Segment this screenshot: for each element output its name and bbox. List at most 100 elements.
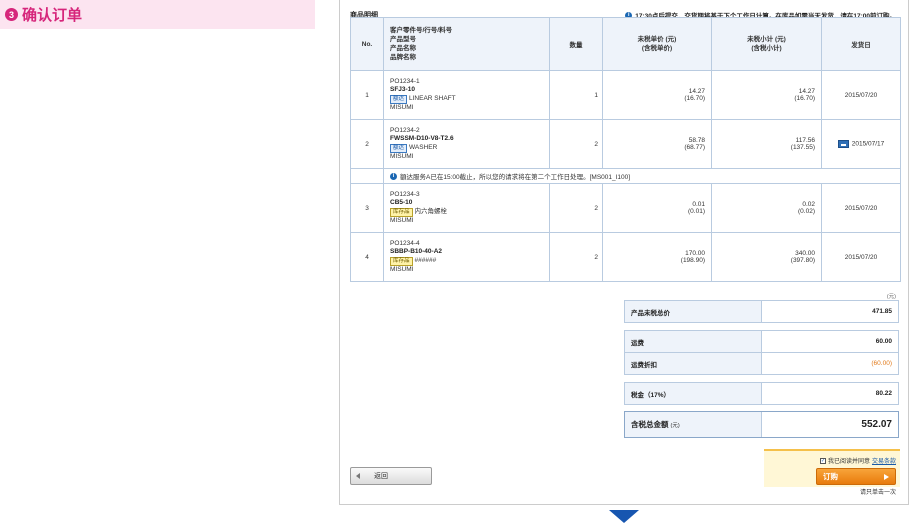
ship-date-text: 2015/07/17 [851, 140, 885, 148]
tax-value: 80.22 [875, 390, 892, 397]
unit-price-tax: (68.77) [684, 144, 705, 151]
agreement-box: ✓ 我已阅读并同意 交易条款 订购 [764, 449, 900, 487]
row-no: 4 [350, 232, 384, 282]
row-notice-text: 額达服务A已在15:00截止，所以您的请求将在第二个工作日处理。[MS001_I… [400, 174, 631, 181]
row-product-name: 额达 LINEAR SHAFT [390, 94, 549, 104]
row-unit-price: 14.27 (16.70) [602, 70, 712, 120]
subtotal-tax: (16.70) [794, 95, 815, 102]
row-quantity: 1 [549, 70, 603, 120]
stock-tag: 库存品 [390, 207, 413, 217]
unit-price-tax: (16.70) [684, 95, 705, 102]
row-notice: i 額达服务A已在15:00截止，所以您的请求将在第二个工作日处理。[MS001… [350, 168, 901, 184]
product-total-label: 产品未税总价 [625, 301, 762, 322]
unit-price: 58.78 [688, 137, 705, 144]
back-button[interactable]: 返回 [350, 467, 432, 485]
row-no: 3 [350, 183, 384, 233]
grand-total-value: 552.07 [861, 419, 892, 430]
header-product: 客户零件号/行号/料号 产品型号 产品名称 品牌名称 [383, 17, 550, 71]
order-button[interactable]: 订购 [816, 468, 896, 485]
header-subtotal: 未税小计 (元) (含税小计) [711, 17, 822, 71]
row-no: 1 [350, 70, 384, 120]
product-name-text: WASHER [409, 143, 438, 151]
subtotal: 340.00 [795, 250, 815, 257]
terms-link[interactable]: 交易条款 [872, 456, 896, 465]
header-product-line: 客户零件号/行号/料号 [390, 27, 453, 34]
notice-cell: i 額达服务A已在15:00截止，所以您的请求将在第二个工作日处理。[MS001… [383, 168, 901, 184]
info-icon: i [390, 172, 397, 180]
row-subtotal: 117.56 (137.55) [711, 119, 822, 169]
row-unit-price: 170.00 (198.90) [602, 232, 712, 282]
row-brand: MISUMI [390, 152, 414, 160]
row-product-name: 额达 WASHER [390, 143, 549, 153]
header-product-line: 品牌名称 [390, 54, 416, 61]
header-unit-price: 未税单价 (元) (含税单价) [602, 17, 712, 71]
row-part-number: SFJ3-10 [390, 86, 415, 94]
header-unit-price-line: (含税单价) [641, 45, 673, 52]
grand-total-label: 含税总金额 (元) [625, 412, 762, 437]
calendar-icon [837, 140, 849, 148]
table-row: 4 PO1234-4 SBBP-B10-40-A2 库存品 ###### MISU… [350, 232, 901, 282]
summary-product-total: 产品未税总价 471.85 [624, 300, 899, 323]
row-product: PO1234-2 FWSSM-D10-V8-T2.6 额达 WASHER MISU… [383, 119, 550, 169]
row-product-name: 库存品 内六角螺栓 [390, 207, 549, 217]
row-product-name: 库存品 ###### [390, 256, 549, 266]
subtotal-tax: (0.02) [798, 208, 815, 215]
row-ship-date: 2015/07/20 [821, 183, 901, 233]
notice-spacer [350, 168, 384, 184]
row-part-number: FWSSM-D10-V8-T2.6 [390, 135, 454, 143]
table-row: 3 PO1234-3 CB5-10 库存品 内六角螺栓 MISUMI 2 0.01… [350, 183, 901, 233]
back-button-label: 返回 [374, 473, 388, 480]
product-detail-table: No. 客户零件号/行号/料号 产品型号 产品名称 品牌名称 数量 未税单价 (… [350, 17, 901, 282]
play-arrow-icon [884, 474, 889, 480]
rapid-tag: 额达 [390, 143, 408, 153]
row-part-number: CB5-10 [390, 199, 413, 207]
row-unit-price: 0.01 (0.01) [602, 183, 712, 233]
unit-price: 14.27 [688, 88, 705, 95]
terms-agreement: ✓ 我已阅读并同意 交易条款 [819, 456, 896, 465]
row-brand: MISUMI [390, 103, 414, 111]
row-part-number: SBBP-B10-40-A2 [390, 248, 443, 256]
row-subtotal: 340.00 (397.80) [711, 232, 822, 282]
row-ship-date: 2015/07/20 [821, 232, 901, 282]
header-ship-date: 发货日 [821, 17, 901, 71]
header-quantity: 数量 [549, 17, 603, 71]
table-row: 2 PO1234-2 FWSSM-D10-V8-T2.6 额达 WASHER MI… [350, 119, 901, 169]
subtotal-tax: (137.55) [790, 144, 815, 151]
agree-text: 我已阅读并同意 [827, 459, 870, 465]
summary-shipping-discount: 运费折扣 (60.00) [624, 352, 899, 375]
header-product-line: 产品型号 [390, 36, 416, 43]
row-quantity: 2 [549, 119, 603, 169]
shipping-value: 60.00 [875, 338, 892, 345]
product-name-text: LINEAR SHAFT [409, 94, 456, 102]
unit-price: 170.00 [685, 250, 705, 257]
order-confirmation-panel: 商品明细 i 17:30点后提交，交货期将基于下个工作日计算。在库品如需当天发货… [339, 0, 909, 505]
row-po-number: PO1234-2 [390, 126, 420, 134]
row-unit-price: 58.78 (68.77) [602, 119, 712, 169]
row-quantity: 2 [549, 183, 603, 233]
unit-price-tax: (0.01) [688, 208, 705, 215]
header-unit-price-line: 未税单价 (元) [637, 36, 677, 43]
header-subtotal-line: 未税小计 (元) [747, 36, 786, 43]
step-title: 确认订单 [22, 7, 83, 24]
currency-unit-note: (元) [886, 294, 896, 300]
header-no: No. [350, 17, 384, 71]
row-ship-date: 2015/07/20 [821, 70, 901, 120]
row-po-number: PO1234-4 [390, 239, 420, 247]
row-product: PO1234-3 CB5-10 库存品 内六角螺栓 MISUMI [383, 183, 550, 233]
row-brand: MISUMI [390, 265, 414, 273]
summary-shipping: 运费 60.00 [624, 330, 899, 353]
agree-checkbox[interactable]: ✓ [819, 457, 826, 464]
row-subtotal: 0.02 (0.02) [711, 183, 822, 233]
subtotal: 117.56 [795, 137, 815, 144]
row-po-number: PO1234-3 [390, 190, 420, 198]
shipping-label: 运费 [625, 331, 762, 352]
grand-total-label-text: 含税总金额 [631, 420, 669, 429]
unit-price-tax: (198.90) [680, 257, 705, 264]
table-row: 1 PO1234-1 SFJ3-10 额达 LINEAR SHAFT MISUMI… [350, 70, 901, 120]
shipping-discount-label: 运费折扣 [625, 353, 762, 374]
row-no: 2 [350, 119, 384, 169]
subtotal: 14.27 [798, 88, 815, 95]
grand-total-unit: (元) [670, 422, 680, 429]
subtotal-tax: (397.80) [790, 257, 815, 264]
down-arrow-icon [609, 510, 639, 523]
